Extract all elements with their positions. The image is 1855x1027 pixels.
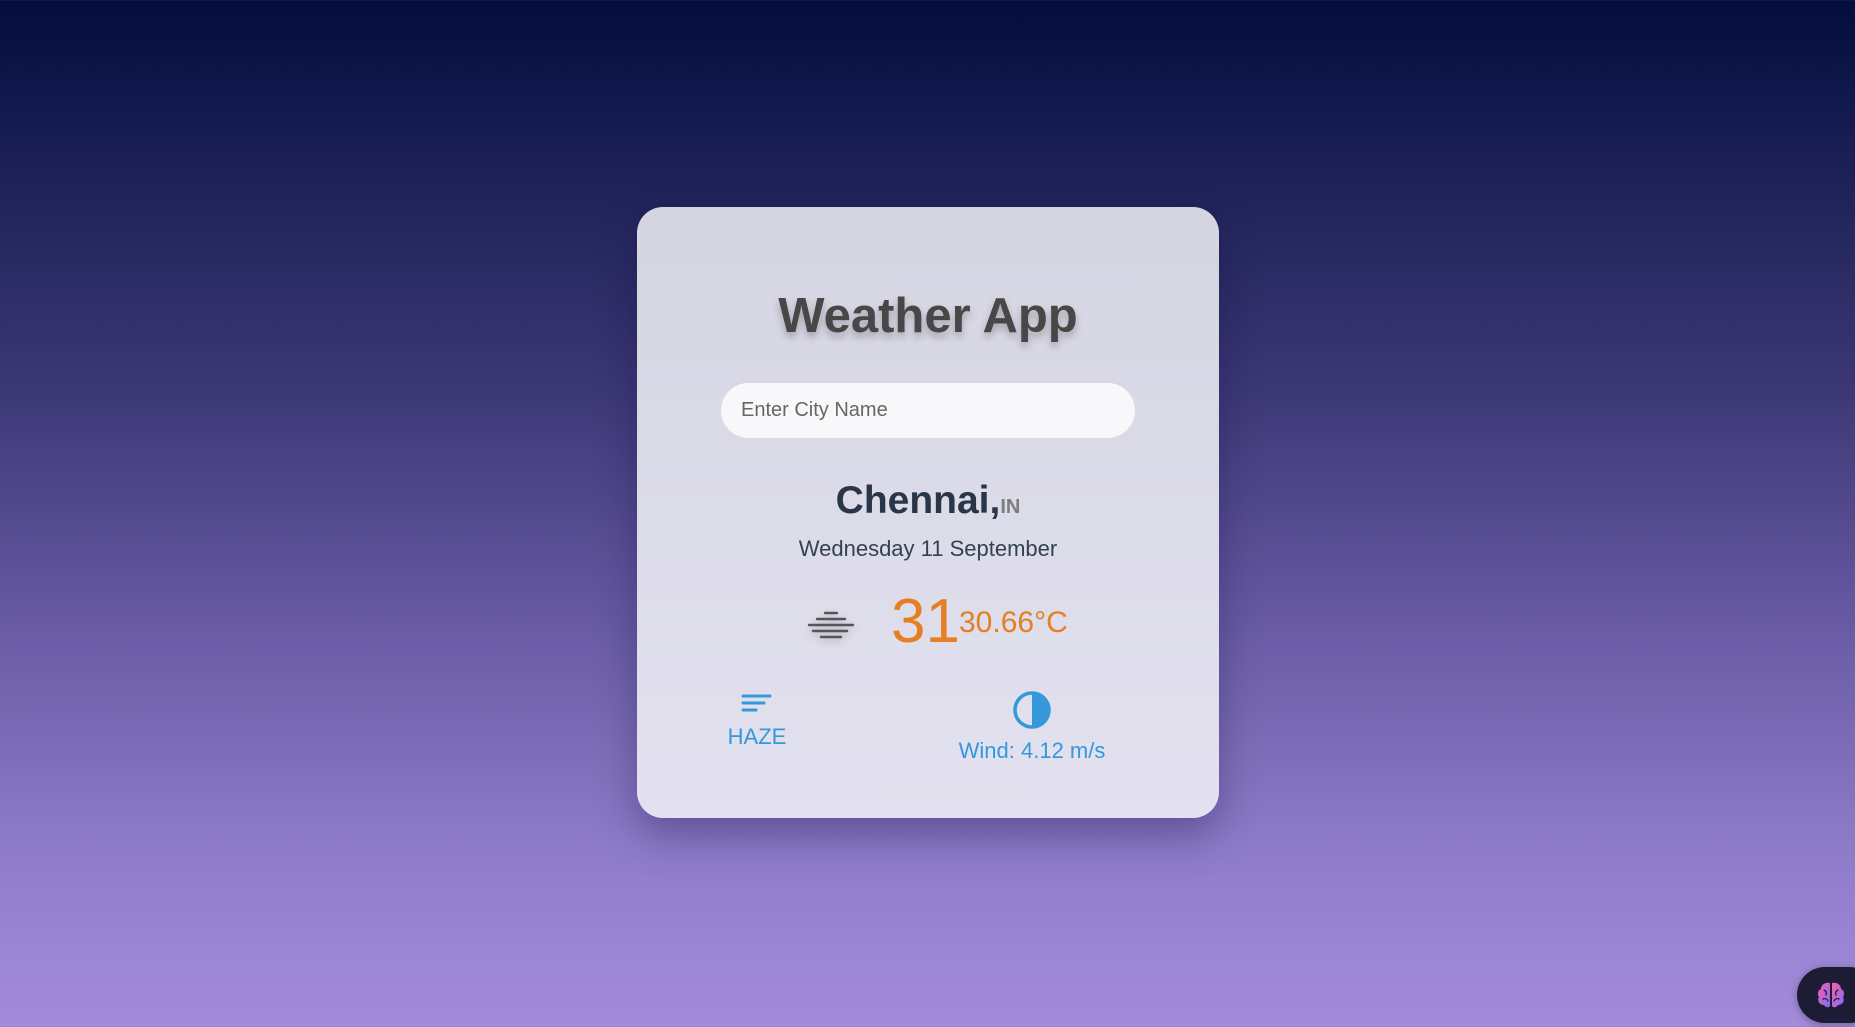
sort-lines-icon — [741, 694, 772, 712]
half-circle-icon — [1013, 691, 1051, 729]
location-heading: Chennai,IN — [637, 478, 1219, 525]
condition-label: HAZE — [727, 724, 787, 749]
current-date: Wednesday 11 September — [798, 536, 1058, 561]
assistant-button[interactable] — [1797, 967, 1855, 1023]
temperature-row: 31 30.66°C — [637, 585, 1219, 665]
condition-info: HAZE — [697, 690, 817, 750]
temperature-exact: 30.66°C — [959, 606, 1068, 639]
app-title: Weather App — [778, 289, 1078, 343]
country-code: IN — [1000, 496, 1021, 518]
wind-label: Wind: 4.12 m/s — [958, 738, 1106, 763]
temperature-rounded: 31 — [891, 587, 960, 656]
city-name: Chennai, — [835, 479, 1001, 522]
wind-info: Wind: 4.12 m/s — [937, 690, 1127, 764]
city-search-input[interactable] — [721, 383, 1135, 438]
brain-icon — [1817, 982, 1845, 1008]
haze-icon — [807, 611, 855, 639]
weather-card: Weather App Chennai,IN Wednesday 11 Sept… — [637, 207, 1219, 818]
